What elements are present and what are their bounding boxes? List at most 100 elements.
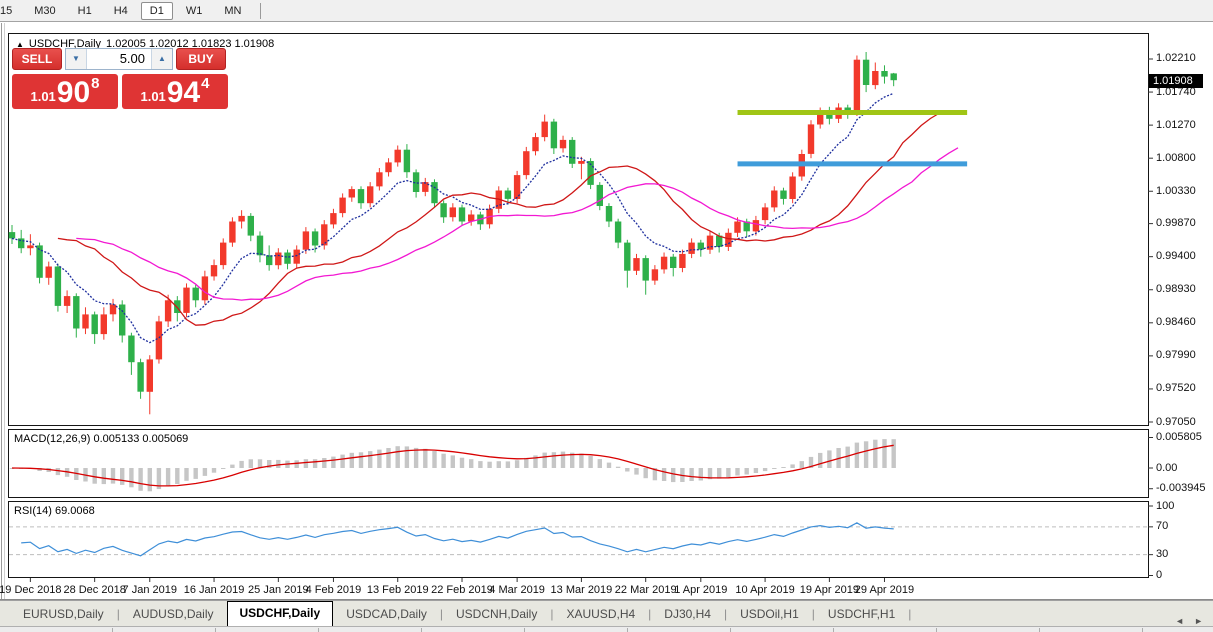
status-strip-notch xyxy=(833,628,834,632)
candle-body xyxy=(164,300,172,322)
candle-body xyxy=(532,137,539,152)
macd-histogram-bar xyxy=(524,457,529,468)
macd-histogram-bar xyxy=(211,468,217,473)
macd-histogram-bar xyxy=(175,468,180,484)
candle-body xyxy=(293,249,300,264)
chart-tab-xauusd-h4[interactable]: XAUUSD,H4 xyxy=(553,603,648,626)
candle-body xyxy=(596,184,603,206)
macd-indicator-label: MACD(12,26,9) 0.005133 0.005069 xyxy=(14,433,189,445)
candle-body xyxy=(624,242,631,271)
sell-price-panel[interactable]: 1.01 90 8 xyxy=(12,74,118,109)
candle-body xyxy=(431,182,438,204)
candle-body xyxy=(385,162,392,173)
macd-histogram-bar xyxy=(891,439,896,468)
candle-body xyxy=(734,221,741,233)
candle-body xyxy=(440,203,447,218)
macd-histogram-bar xyxy=(606,462,612,468)
macd-histogram-bar xyxy=(735,468,740,476)
volume-decrease-icon[interactable]: ▼ xyxy=(66,49,87,69)
candle-body xyxy=(403,149,411,173)
candle-body xyxy=(862,59,870,85)
macd-histogram-bar xyxy=(312,459,318,468)
buy-button[interactable]: BUY xyxy=(176,48,226,70)
macd-histogram-bar xyxy=(634,468,639,475)
macd-histogram-bar xyxy=(854,442,860,468)
candle-body xyxy=(789,176,796,199)
macd-histogram-bar xyxy=(762,468,768,472)
buy-price-small: 1.01 xyxy=(140,89,166,104)
macd-histogram-bar xyxy=(92,468,97,484)
moving-average-line xyxy=(76,147,959,301)
macd-histogram-bar xyxy=(790,464,795,468)
tab-scroll-right-icon[interactable]: ► xyxy=(1194,616,1203,626)
chart-tab-usdoil-h1[interactable]: USDOil,H1 xyxy=(727,603,812,626)
candle-body xyxy=(284,252,291,264)
macd-histogram-bar xyxy=(597,459,602,468)
sell-price-small: 1.01 xyxy=(30,89,56,104)
candle-body xyxy=(54,266,62,306)
macd-histogram-bar xyxy=(882,439,887,468)
macd-histogram-bar xyxy=(322,458,327,468)
volume-input[interactable]: 5.00 xyxy=(87,49,151,69)
macd-histogram-bar xyxy=(202,468,208,476)
candle-body xyxy=(348,189,355,198)
status-strip-notch xyxy=(318,628,319,632)
chart-tab-usdcnh-daily[interactable]: USDCNH,Daily xyxy=(443,603,550,626)
buy-price-panel[interactable]: 1.01 94 4 xyxy=(122,74,228,109)
candle-body xyxy=(688,242,695,254)
macd-histogram-bar xyxy=(726,468,731,478)
candle-body xyxy=(853,59,861,114)
macd-histogram-bar xyxy=(478,461,483,468)
macd-histogram-bar xyxy=(698,468,703,481)
chart-tab-usdchf-daily[interactable]: USDCHF,Daily xyxy=(226,601,334,626)
macd-histogram-bar xyxy=(496,461,501,468)
status-strip-notch xyxy=(730,628,731,632)
candle-body xyxy=(192,287,199,301)
chart-tab-usdchf-h1[interactable]: USDCHF,H1 xyxy=(815,603,908,626)
candle-body xyxy=(569,139,576,164)
macd-histogram-bar xyxy=(827,450,832,468)
candle-body xyxy=(357,189,365,204)
rsi-indicator-label: RSI(14) 69.0068 xyxy=(14,505,95,517)
macd-histogram-bar xyxy=(386,448,391,468)
macd-histogram-bar xyxy=(643,468,648,479)
chart-tab-dj30-h4[interactable]: DJ30,H4 xyxy=(651,603,724,626)
chart-tab-bar: EURUSD,Daily | AUDUSD,Daily USDCHF,Daily USD… xyxy=(0,600,1213,626)
volume-increase-icon[interactable]: ▲ xyxy=(151,49,172,69)
macd-histogram-bar xyxy=(110,468,116,484)
volume-stepper: ▼ 5.00 ▲ xyxy=(65,48,173,70)
status-strip-notch xyxy=(627,628,628,632)
sell-price-sup: 8 xyxy=(91,75,100,92)
macd-histogram-bar xyxy=(257,459,263,468)
macd-histogram-bar xyxy=(863,441,869,468)
candle-body xyxy=(670,256,677,268)
status-strip-notch xyxy=(936,628,937,632)
sell-button[interactable]: SELL xyxy=(12,48,62,70)
macd-histogram-bar xyxy=(588,455,593,468)
candle-body xyxy=(82,314,89,329)
chart-tab-audusd-daily[interactable]: AUDUSD,Daily xyxy=(120,603,227,626)
status-strip-notch xyxy=(1039,628,1040,632)
candle-body xyxy=(660,256,668,270)
candle-body xyxy=(27,245,34,249)
candle-body xyxy=(91,314,98,335)
chart-tab-eurusd-daily[interactable]: EURUSD,Daily xyxy=(10,603,117,626)
buy-price-big: 94 xyxy=(166,76,201,109)
candle-body xyxy=(504,190,512,199)
macd-histogram-bar xyxy=(514,460,520,468)
macd-histogram-bar xyxy=(432,451,437,468)
macd-histogram-bar xyxy=(368,451,373,468)
macd-histogram-bar xyxy=(221,468,226,469)
status-strip xyxy=(0,626,1213,632)
tab-scroll-left-icon[interactable]: ◄ xyxy=(1175,616,1184,626)
candle-body xyxy=(367,186,374,204)
macd-histogram-bar xyxy=(459,457,465,468)
macd-histogram-bar xyxy=(744,468,749,475)
candle-body xyxy=(559,139,567,149)
chart-tab-usdcad-daily[interactable]: USDCAD,Daily xyxy=(333,603,440,626)
candle-body xyxy=(18,238,25,249)
macd-histogram-bar xyxy=(230,464,235,468)
macd-histogram-bar xyxy=(469,459,474,468)
macd-histogram-bar xyxy=(625,468,630,472)
candle-body xyxy=(155,321,163,360)
